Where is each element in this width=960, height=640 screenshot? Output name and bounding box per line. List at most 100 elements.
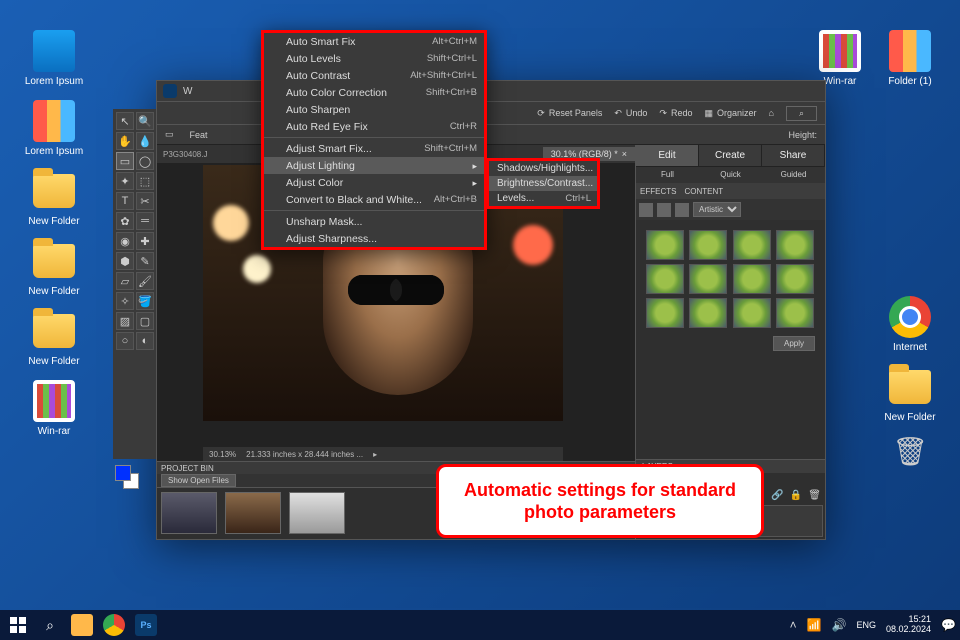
- effect-thumbnail[interactable]: [733, 264, 771, 294]
- type-tool[interactable]: T: [116, 192, 134, 210]
- lock-icon[interactable]: 🔒: [790, 490, 802, 501]
- desktop-icon-folder[interactable]: New Folder: [880, 366, 940, 423]
- taskbar-app-explorer[interactable]: [68, 611, 96, 639]
- effect-thumbnail[interactable]: [776, 264, 814, 294]
- menu-adjust-lighting[interactable]: Adjust Lighting: [264, 157, 484, 174]
- desktop-icon-folder[interactable]: New Folder: [24, 310, 84, 367]
- blur-tool[interactable]: ○: [116, 332, 134, 350]
- menu-auto-smart-fix[interactable]: Auto Smart FixAlt+Ctrl+M: [264, 33, 484, 50]
- info-arrow-icon[interactable]: ▸: [373, 450, 377, 459]
- menu-auto-color-correction[interactable]: Auto Color CorrectionShift+Ctrl+B: [264, 84, 484, 101]
- effect-thumbnail[interactable]: [646, 230, 684, 260]
- organizer-button[interactable]: ▦Organizer: [704, 108, 756, 119]
- tray-language[interactable]: ENG: [856, 620, 876, 630]
- submenu-brightness-contrast[interactable]: Brightness/Contrast...: [489, 176, 597, 191]
- subtab-guided[interactable]: Guided: [762, 167, 825, 183]
- search-button[interactable]: ⌕: [36, 611, 64, 639]
- apply-button[interactable]: Apply: [773, 336, 815, 351]
- home-icon[interactable]: ⌂: [769, 108, 774, 118]
- tray-network-icon[interactable]: 📶: [807, 618, 822, 632]
- taskbar-clock[interactable]: 15:21 08.02.2024: [886, 615, 931, 635]
- effect-thumbnail[interactable]: [776, 230, 814, 260]
- zoom-tool[interactable]: 🔍: [136, 112, 154, 130]
- move-tool[interactable]: ↖: [116, 112, 134, 130]
- bin-thumbnail[interactable]: [161, 492, 217, 534]
- tab-share[interactable]: Share: [762, 145, 825, 166]
- desktop-icon-binders[interactable]: Folder (1): [880, 30, 940, 87]
- start-button[interactable]: [4, 611, 32, 639]
- fx-cat-button[interactable]: [657, 203, 671, 217]
- desktop-icon-internet[interactable]: Internet: [880, 296, 940, 353]
- pencil-tool[interactable]: ✎: [136, 252, 154, 270]
- fx-cat-button[interactable]: [675, 203, 689, 217]
- effect-thumbnail[interactable]: [689, 230, 727, 260]
- effect-thumbnail[interactable]: [733, 230, 771, 260]
- eraser-tool[interactable]: ▱: [116, 272, 134, 290]
- menu-unsharp-mask[interactable]: Unsharp Mask...: [264, 213, 484, 230]
- desktop-icon-display[interactable]: Lorem Ipsum: [24, 30, 84, 87]
- effect-thumbnail[interactable]: [689, 298, 727, 328]
- tray-chevron-icon[interactable]: ˄: [790, 618, 797, 632]
- menu-adjust-sharpness[interactable]: Adjust Sharpness...: [264, 230, 484, 247]
- desktop-icon-winrar[interactable]: Win-rar: [810, 30, 870, 87]
- color-swatches[interactable]: [115, 465, 139, 489]
- menu-auto-contrast[interactable]: Auto ContrastAlt+Shift+Ctrl+L: [264, 67, 484, 84]
- smartbrush-tool[interactable]: ✧: [116, 292, 134, 310]
- subtab-quick[interactable]: Quick: [699, 167, 762, 183]
- menu-adjust-color[interactable]: Adjust Color: [264, 174, 484, 191]
- menu-convert-bw[interactable]: Convert to Black and White...Alt+Ctrl+B: [264, 191, 484, 208]
- marquee-tool[interactable]: ▭: [116, 152, 134, 170]
- gradient-tool[interactable]: ▨: [116, 312, 134, 330]
- bin-thumbnail[interactable]: [225, 492, 281, 534]
- desktop-icon-folder[interactable]: New Folder: [24, 170, 84, 227]
- undo-button[interactable]: ↶Undo: [614, 108, 647, 119]
- taskbar-app-photoshop[interactable]: Ps: [132, 611, 160, 639]
- sponge-tool[interactable]: ◐: [136, 332, 154, 350]
- notifications-icon[interactable]: 💬: [941, 618, 956, 632]
- effect-thumbnail[interactable]: [689, 264, 727, 294]
- fx-cat-button[interactable]: [639, 203, 653, 217]
- desktop-icon-trash[interactable]: 🗑: [880, 430, 940, 476]
- desktop-icon-folder[interactable]: New Folder: [24, 240, 84, 297]
- shape-tool[interactable]: ▢: [136, 312, 154, 330]
- close-icon[interactable]: ×: [622, 149, 627, 159]
- search-icon[interactable]: ⌕: [786, 106, 817, 121]
- wand-tool[interactable]: ✦: [116, 172, 134, 190]
- foreground-color[interactable]: [115, 465, 131, 481]
- submenu-levels[interactable]: Levels...Ctrl+L: [489, 191, 597, 206]
- show-open-files-dropdown[interactable]: Show Open Files: [161, 474, 236, 487]
- menu-auto-red-eye-fix[interactable]: Auto Red Eye FixCtrl+R: [264, 118, 484, 135]
- crop-tool[interactable]: ✂: [136, 192, 154, 210]
- content-tab[interactable]: CONTENT: [684, 187, 723, 196]
- bin-thumbnail[interactable]: [289, 492, 345, 534]
- selection-tool[interactable]: ⬚: [136, 172, 154, 190]
- taskbar-app-chrome[interactable]: [100, 611, 128, 639]
- desktop-icon-binders[interactable]: Lorem Ipsum: [24, 100, 84, 157]
- submenu-shadows-highlights[interactable]: Shadows/Highlights...: [489, 161, 597, 176]
- redo-button[interactable]: ↷Redo: [659, 108, 692, 119]
- hand-tool[interactable]: ✋: [116, 132, 134, 150]
- heal-tool[interactable]: ✚: [136, 232, 154, 250]
- eyedropper-tool[interactable]: 💧: [136, 132, 154, 150]
- effect-thumbnail[interactable]: [646, 298, 684, 328]
- redeye-tool[interactable]: ◉: [116, 232, 134, 250]
- reset-panels-button[interactable]: ⟳Reset Panels: [537, 108, 602, 119]
- tab-edit[interactable]: Edit: [636, 145, 699, 166]
- desktop-icon-winrar[interactable]: Win-rar: [24, 380, 84, 437]
- tab-create[interactable]: Create: [699, 145, 762, 166]
- menu-auto-sharpen[interactable]: Auto Sharpen: [264, 101, 484, 118]
- stamp-tool[interactable]: ⬢: [116, 252, 134, 270]
- tray-volume-icon[interactable]: 🔊: [832, 618, 847, 632]
- effect-thumbnail[interactable]: [733, 298, 771, 328]
- fill-tool[interactable]: 🪣: [136, 292, 154, 310]
- link-icon[interactable]: 🔗: [771, 490, 783, 501]
- effects-tab[interactable]: EFFECTS: [640, 187, 676, 196]
- effects-filter-select[interactable]: Artistic: [693, 202, 741, 217]
- menu-auto-levels[interactable]: Auto LevelsShift+Ctrl+L: [264, 50, 484, 67]
- cookie-tool[interactable]: ✿: [116, 212, 134, 230]
- subtab-full[interactable]: Full: [636, 167, 699, 183]
- straighten-tool[interactable]: ═: [136, 212, 154, 230]
- effect-thumbnail[interactable]: [776, 298, 814, 328]
- trash-icon[interactable]: 🗑: [808, 490, 821, 501]
- effect-thumbnail[interactable]: [646, 264, 684, 294]
